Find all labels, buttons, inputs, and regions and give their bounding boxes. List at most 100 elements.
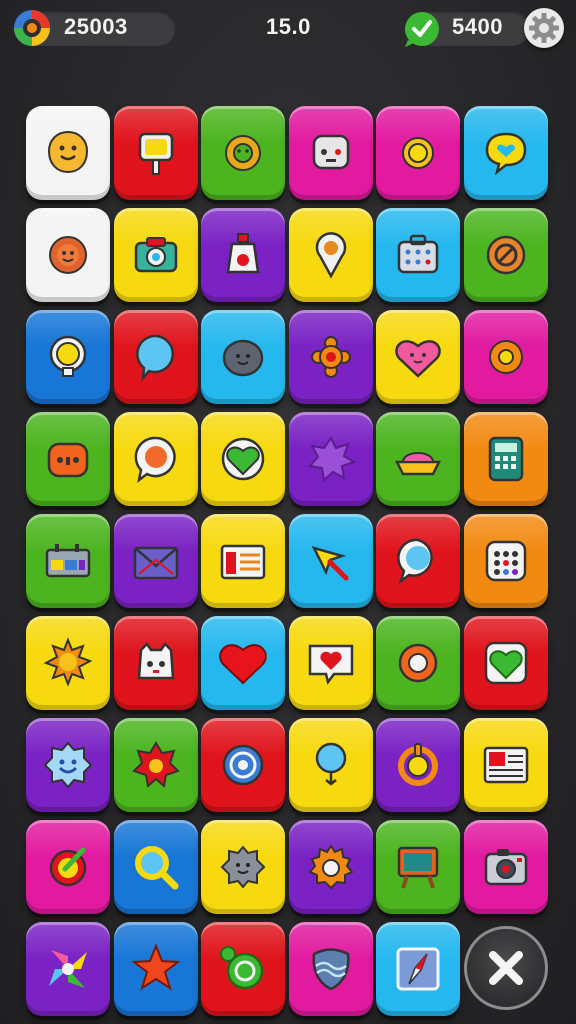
settings-button[interactable] [524,8,564,48]
tile-envelope[interactable] [113,514,198,608]
tile-no-sign[interactable] [463,208,548,302]
tile-smile-cloud[interactable] [26,718,110,812]
smiley-blob-icon [47,130,89,174]
tile-grey-cloud[interactable] [201,820,285,914]
balloon-pin-icon [315,742,346,786]
tile-red-flower[interactable] [113,718,198,812]
tile-magnifier[interactable] [113,820,198,914]
heart-card-icon [308,644,353,685]
tile-gear[interactable] [463,310,548,404]
center-value: 15.0 [266,14,311,39]
tile-purple-splat[interactable] [288,412,373,506]
tile-easel[interactable] [376,820,460,914]
no-sign-icon [486,235,525,275]
tile-sun-gear[interactable] [376,106,460,200]
tile-rock-face[interactable] [201,310,285,404]
orange-flower-icon [310,336,351,378]
orange-gear-icon [307,844,354,890]
orange-monster-icon [47,442,89,478]
cake-bowl-icon [394,452,442,476]
coins-value: 25003 [64,14,128,39]
cute-bot-icon [137,642,174,680]
power-ring-icon [398,743,438,786]
tile-map-pin[interactable] [288,208,373,302]
tile-blue-speech[interactable] [376,514,460,608]
tile-orange-gear[interactable] [288,820,373,914]
red-flower-icon [131,741,180,788]
tile-green-swirl[interactable] [201,922,285,1016]
tile-potion-bottle[interactable] [201,208,285,302]
tile-heart-face[interactable] [376,310,460,404]
envelope-icon [133,546,178,580]
potion-bottle-icon [226,233,260,274]
tv-icon [220,544,266,580]
easel-icon [397,846,439,889]
game-screen: 25003 15.0 5400 [0,0,576,1024]
tile-calculator[interactable] [463,412,548,506]
chat-heart-icon [485,132,526,176]
tile-balloon-pin[interactable] [288,718,373,812]
gear-face-icon [225,135,261,171]
sun-gear-icon [402,137,434,169]
camera-icon [134,237,177,273]
tile-newspaper[interactable] [463,718,548,812]
dice-icon [485,540,526,582]
sun-icon [43,637,93,687]
tile-photo-camera[interactable] [463,820,548,914]
tile-cake-bowl[interactable] [376,412,460,506]
smile-cloud-icon [43,741,93,789]
chat-orb-icon [134,436,176,483]
tile-signpost[interactable] [113,106,198,200]
tile-tv[interactable] [201,514,285,608]
settings-gear-icon [529,13,559,43]
green-heart-icon [221,437,265,481]
tile-ring-gear[interactable] [376,616,460,710]
tile-compass-card[interactable] [376,922,460,1016]
tile-check-ring[interactable] [26,820,110,914]
wave-shield-icon [311,948,350,991]
tile-green-heart-badge[interactable] [463,616,548,710]
heart-face-icon [395,340,441,378]
tile-chat-heart[interactable] [463,106,548,200]
tile-speech-bubble[interactable] [113,310,198,404]
tile-wave-shield[interactable] [288,922,373,1016]
tile-lightbulb[interactable] [26,310,110,404]
purple-splat-icon [307,436,356,482]
tile-robot-face[interactable] [288,106,373,200]
tile-target[interactable] [201,718,285,812]
check-ring-icon [49,847,87,887]
gear-icon [488,340,523,374]
tile-power-ring[interactable] [376,718,460,812]
tile-calculator-bag[interactable] [376,208,460,302]
tile-smiley-blob[interactable] [26,106,110,200]
tile-grid [26,106,556,1016]
green-heart-badge-icon [484,641,527,685]
tile-orange-monster[interactable] [26,412,110,506]
speech-bubble-icon [135,334,174,382]
tile-camera[interactable] [113,208,198,302]
close-icon [488,951,523,985]
tile-dice[interactable] [463,514,548,608]
tile-pinwheel[interactable] [26,922,110,1016]
top-bar: 25003 15.0 5400 [0,0,576,62]
tile-green-heart[interactable] [201,412,285,506]
grey-cloud-icon [220,845,266,889]
pin-arrow-icon [311,546,348,581]
close-button[interactable] [463,926,548,1010]
tile-pin-arrow[interactable] [288,514,373,608]
tile-sun-face[interactable] [26,208,110,302]
avatar-coin-icon[interactable] [12,8,52,48]
tile-chat-orb[interactable] [113,412,198,506]
tile-sun[interactable] [26,616,110,710]
tile-cute-bot[interactable] [113,616,198,710]
tile-star[interactable] [113,922,198,1016]
green-swirl-icon [220,946,264,990]
tile-gear-face[interactable] [201,106,285,200]
tile-heart-card[interactable] [288,616,373,710]
tile-orange-flower[interactable] [288,310,373,404]
tile-heart[interactable] [201,616,285,710]
calculator-bag-icon [397,234,439,274]
photo-camera-icon [484,849,527,886]
tile-machine[interactable] [26,514,110,608]
rock-face-icon [222,339,264,377]
